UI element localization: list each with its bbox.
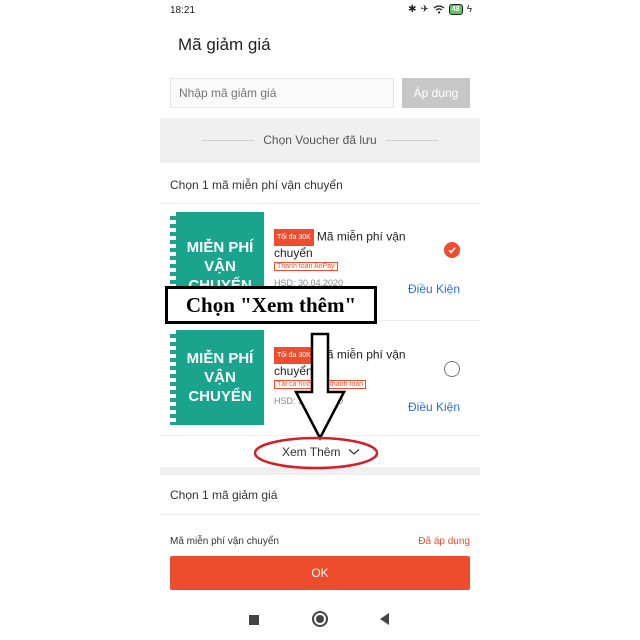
divider	[160, 514, 480, 515]
payment-method-tag: Tất cả hình thức thanh toán	[274, 380, 367, 389]
recents-square-icon[interactable]	[249, 615, 259, 625]
applied-status: Đã áp dụng	[418, 536, 470, 547]
home-circle-icon[interactable]	[312, 611, 328, 627]
status-bar: 18:21 ✱ ✈ 48 ϟ	[160, 0, 480, 22]
see-more-label: Xem Thêm	[282, 445, 341, 459]
airplane-icon: ✈	[420, 4, 429, 15]
voucher-badge: MIỄN PHÍ VẬN CHUYỂN	[170, 330, 264, 425]
voucher-code-input[interactable]	[170, 78, 394, 108]
divider	[160, 435, 480, 436]
voucher-title-block: Tối đa 30K Mã miễn phí vận chuyển	[274, 347, 414, 379]
battery-icon: 48	[448, 4, 463, 15]
check-circle-icon[interactable]	[444, 242, 460, 258]
wifi-icon	[433, 5, 445, 14]
back-triangle-icon[interactable]	[380, 613, 389, 625]
annotation-callout: Chọn "Xem thêm"	[165, 286, 377, 324]
shipping-section-label: Chọn 1 mã miễn phí vận chuyển	[170, 178, 343, 192]
system-nav-bar	[160, 600, 480, 640]
discount-section-label: Chọn 1 mã giảm giá	[170, 488, 278, 502]
max-discount-tag: Tối đa 30K	[274, 229, 314, 246]
home-dot	[316, 615, 324, 623]
saved-vouchers-header[interactable]: Chọn Voucher đã lưu	[160, 118, 480, 163]
voucher-card[interactable]: MIỄN PHÍ VẬN CHUYỂN Tối đa 30K Mã miễn ph…	[170, 330, 470, 438]
bluetooth-off-icon: ✱	[408, 4, 417, 15]
section-separator	[160, 467, 480, 475]
page-title: Mã giảm giá	[178, 35, 271, 54]
divider	[160, 203, 480, 204]
divider-line-right	[386, 140, 438, 141]
status-time: 18:21	[170, 5, 196, 16]
voucher-title-block: Tối đa 30K Mã miễn phí vận chuyển	[274, 229, 414, 261]
max-discount-tag: Tối đa 30K	[274, 347, 314, 364]
charging-icon: ϟ	[466, 4, 472, 15]
chevron-down-icon	[348, 449, 360, 455]
status-icons: ✱ ✈ 48 ϟ	[408, 4, 472, 15]
payment-method-tag: Thanh toán AirPay	[274, 262, 338, 271]
conditions-link[interactable]: Điều Kiện	[408, 282, 460, 296]
voucher-expiry: HSD: 30.04.2020	[274, 396, 344, 406]
radio-unselected-icon[interactable]	[444, 361, 460, 377]
see-more-button[interactable]: Xem Thêm	[282, 445, 360, 459]
apply-button[interactable]: Áp dụng	[402, 78, 470, 108]
conditions-link[interactable]: Điều Kiện	[408, 400, 460, 414]
applied-voucher-label: Mã miễn phí vận chuyển	[170, 536, 279, 547]
ok-button[interactable]: OK	[170, 556, 470, 590]
voucher-badge-text: MIỄN PHÍ VẬN CHUYỂN	[186, 350, 254, 405]
